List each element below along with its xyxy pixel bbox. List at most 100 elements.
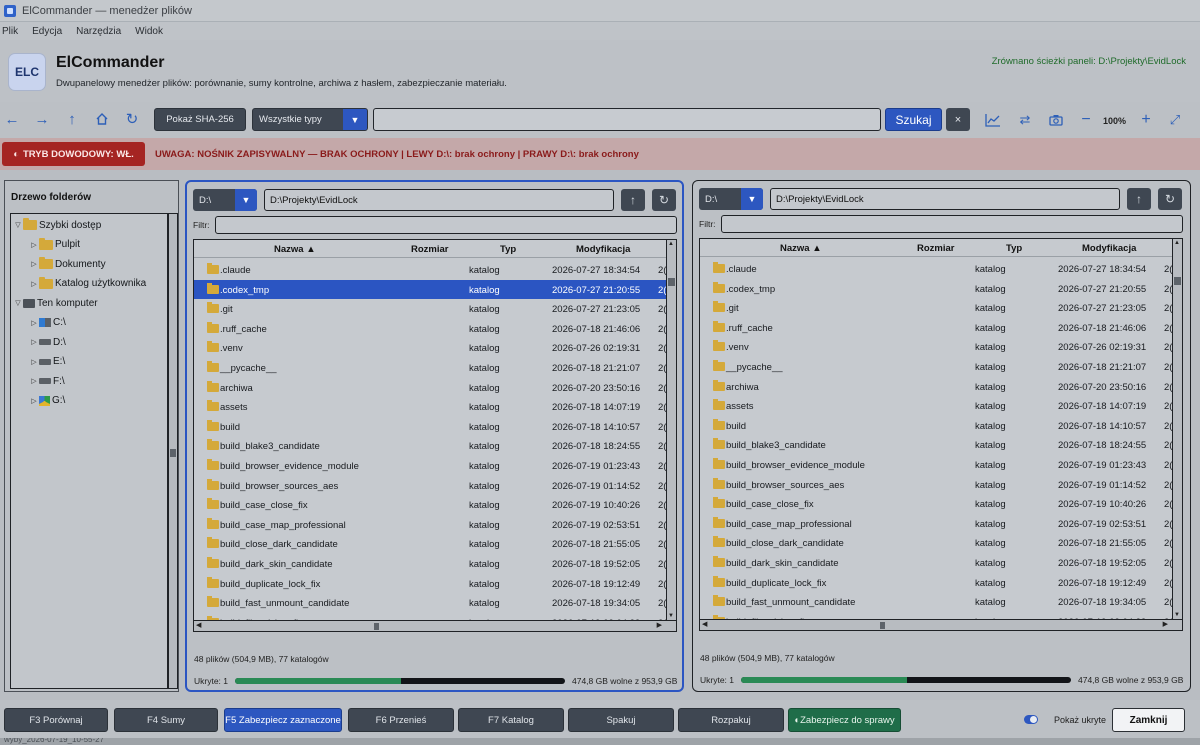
- zoom-in-icon[interactable]: +: [1137, 111, 1155, 129]
- expander-icon[interactable]: ▷: [29, 358, 39, 366]
- expander-icon[interactable]: ▷: [29, 338, 39, 346]
- search-input[interactable]: [373, 108, 881, 131]
- column-header-size[interactable]: Rozmiar: [411, 244, 448, 255]
- function-key-button[interactable]: F3 Porównaj: [4, 708, 108, 732]
- file-row[interactable]: archiwa katalog 2026-07-20 23:50:16 2(: [700, 377, 1172, 397]
- function-key-button[interactable]: Rozpakuj: [678, 708, 784, 732]
- show-hidden-toggle[interactable]: [1024, 715, 1038, 724]
- tree-item[interactable]: ▷ G:\: [29, 393, 65, 409]
- tree-item[interactable]: ▽ Ten komputer: [13, 295, 97, 311]
- file-row[interactable]: .ruff_cache katalog 2026-07-18 21:46:06 2(: [700, 318, 1172, 338]
- parent-folder-button[interactable]: ↑: [1127, 188, 1151, 210]
- file-row[interactable]: build_browser_evidence_module katalog 2026…: [700, 455, 1172, 475]
- drive-select[interactable]: D:\ ▼: [193, 189, 257, 211]
- fullscreen-icon[interactable]: ⤢: [1166, 111, 1184, 129]
- function-key-button[interactable]: F5 Zabezpiecz zaznaczone: [224, 708, 342, 732]
- file-row[interactable]: build_case_map_professional katalog 2026-0…: [700, 514, 1172, 534]
- file-row[interactable]: .codex_tmp katalog 2026-07-27 21:20:55 2(: [700, 279, 1172, 299]
- file-row[interactable]: build_duplicate_lock_fix katalog 2026-07-1…: [700, 573, 1172, 593]
- file-row[interactable]: build_case_close_fix katalog 2026-07-19 10…: [700, 494, 1172, 514]
- tree-item[interactable]: ▷ C:\: [29, 315, 65, 331]
- file-row[interactable]: build_blake3_candidate katalog 2026-07-18 …: [700, 435, 1172, 455]
- clear-search-button[interactable]: ×: [946, 108, 970, 131]
- file-row[interactable]: build_close_dark_candidate katalog 2026-07…: [700, 533, 1172, 553]
- up-arrow-icon[interactable]: ↑: [63, 110, 81, 128]
- filter-input[interactable]: [215, 216, 677, 234]
- file-row[interactable]: build_duplicate_lock_fix katalog 2026-07-1…: [194, 574, 666, 594]
- expander-icon[interactable]: ▷: [29, 377, 39, 385]
- horizontal-scrollbar[interactable]: ◀ ▶: [700, 619, 1182, 630]
- tree-item[interactable]: ▷ Katalog użytkownika: [29, 276, 146, 292]
- expander-icon[interactable]: ▽: [13, 221, 23, 229]
- expander-icon[interactable]: ▷: [29, 280, 39, 288]
- chart-icon[interactable]: [984, 111, 1002, 129]
- filter-input[interactable]: [721, 215, 1183, 233]
- menu-edit[interactable]: Edycja: [32, 26, 62, 37]
- scroll-up-icon[interactable]: ▲: [668, 241, 674, 247]
- horizontal-scrollbar[interactable]: ◀ ▶: [194, 620, 676, 631]
- forward-arrow-icon[interactable]: →: [33, 110, 51, 128]
- file-row[interactable]: .claude katalog 2026-07-27 18:34:54 2(: [194, 260, 666, 280]
- file-row[interactable]: archiwa katalog 2026-07-20 23:50:16 2(: [194, 378, 666, 398]
- column-header-type[interactable]: Typ: [1006, 243, 1022, 254]
- file-row[interactable]: assets katalog 2026-07-18 14:07:19 2(: [700, 396, 1172, 416]
- menu-file[interactable]: Plik: [2, 26, 18, 37]
- column-header-modified[interactable]: Modyfikacja: [576, 244, 630, 255]
- file-row[interactable]: .codex_tmp katalog 2026-07-27 21:20:55 2(: [194, 279, 666, 300]
- file-row[interactable]: build_close_dark_candidate katalog 2026-07…: [194, 534, 666, 554]
- file-row[interactable]: __pycache__ katalog 2026-07-18 21:21:07 2(: [700, 357, 1172, 377]
- file-row[interactable]: assets katalog 2026-07-18 14:07:19 2(: [194, 397, 666, 417]
- scroll-down-icon[interactable]: ▼: [668, 613, 674, 619]
- swap-panels-icon[interactable]: ⇄: [1016, 111, 1034, 129]
- expander-icon[interactable]: ▽: [13, 299, 23, 307]
- file-row[interactable]: build_fast_unmount_candidate katalog 2026-…: [194, 593, 666, 613]
- file-row[interactable]: build_browser_sources_aes katalog 2026-07-…: [194, 476, 666, 496]
- scroll-left-icon[interactable]: ◀: [196, 621, 201, 629]
- path-input[interactable]: D:\Projekty\EvidLock: [770, 188, 1120, 210]
- tree-item[interactable]: ▷ E:\: [29, 354, 65, 370]
- column-header-name[interactable]: Nazwa ▲: [780, 243, 822, 254]
- scroll-left-icon[interactable]: ◀: [702, 620, 707, 628]
- type-filter-select[interactable]: Wszystkie typy ▼: [252, 108, 368, 131]
- menu-tools[interactable]: Narzędzia: [76, 26, 121, 37]
- function-key-button[interactable]: F4 Sumy: [114, 708, 218, 732]
- column-header-size[interactable]: Rozmiar: [917, 243, 954, 254]
- camera-icon[interactable]: [1047, 111, 1065, 129]
- column-header-modified[interactable]: Modyfikacja: [1082, 243, 1136, 254]
- tree-item[interactable]: ▷ Pulpit: [29, 237, 80, 253]
- home-icon[interactable]: [93, 110, 111, 128]
- file-list[interactable]: Nazwa ▲ Rozmiar Typ Modyfikacja .claude katal…: [699, 238, 1183, 631]
- expander-icon[interactable]: ▷: [29, 319, 39, 327]
- file-row[interactable]: build_browser_sources_aes katalog 2026-07-…: [700, 475, 1172, 495]
- show-sha256-button[interactable]: Pokaż SHA-256: [154, 108, 246, 131]
- file-row[interactable]: build_dark_skin_candidate katalog 2026-07-…: [700, 553, 1172, 573]
- scroll-thumb[interactable]: [880, 622, 885, 629]
- tree-scrollbar[interactable]: [168, 213, 178, 689]
- column-header-type[interactable]: Typ: [500, 244, 516, 255]
- evidence-mode-button[interactable]: ◐ TRYB DOWODOWY: WŁ.: [2, 142, 145, 166]
- function-key-button[interactable]: Spakuj: [568, 708, 674, 732]
- expander-icon[interactable]: ▷: [29, 397, 39, 405]
- file-row[interactable]: .ruff_cache katalog 2026-07-18 21:46:06 2(: [194, 319, 666, 339]
- file-row[interactable]: .venv katalog 2026-07-26 02:19:31 2(: [700, 337, 1172, 357]
- expander-icon[interactable]: ▷: [29, 260, 39, 268]
- back-arrow-icon[interactable]: ←: [3, 110, 21, 128]
- file-row[interactable]: build_case_close_fix katalog 2026-07-19 10…: [194, 495, 666, 515]
- tree-item[interactable]: ▷ F:\: [29, 373, 64, 389]
- file-row[interactable]: .git katalog 2026-07-27 21:23:05 2(: [700, 298, 1172, 318]
- vertical-scrollbar[interactable]: ▲ ▼: [1172, 239, 1182, 619]
- refresh-icon[interactable]: ↻: [123, 110, 141, 128]
- scroll-up-icon[interactable]: ▲: [1174, 240, 1180, 246]
- drive-select[interactable]: D:\ ▼: [699, 188, 763, 210]
- zoom-out-icon[interactable]: −: [1077, 111, 1095, 129]
- file-row[interactable]: __pycache__ katalog 2026-07-18 21:21:07 2(: [194, 358, 666, 378]
- file-row[interactable]: build_blake3_candidate katalog 2026-07-18 …: [194, 436, 666, 456]
- tree-item[interactable]: ▷ Dokumenty: [29, 256, 106, 272]
- refresh-panel-button[interactable]: ↻: [652, 189, 676, 211]
- file-row[interactable]: .claude katalog 2026-07-27 18:34:54 2(: [700, 259, 1172, 279]
- search-button[interactable]: Szukaj: [885, 108, 942, 131]
- tree-item[interactable]: ▷ D:\: [29, 334, 65, 350]
- taskbar-item[interactable]: wyby_2026-07-19_10-55-27: [4, 738, 104, 744]
- refresh-panel-button[interactable]: ↻: [1158, 188, 1182, 210]
- function-key-button[interactable]: F7 Katalog: [458, 708, 564, 732]
